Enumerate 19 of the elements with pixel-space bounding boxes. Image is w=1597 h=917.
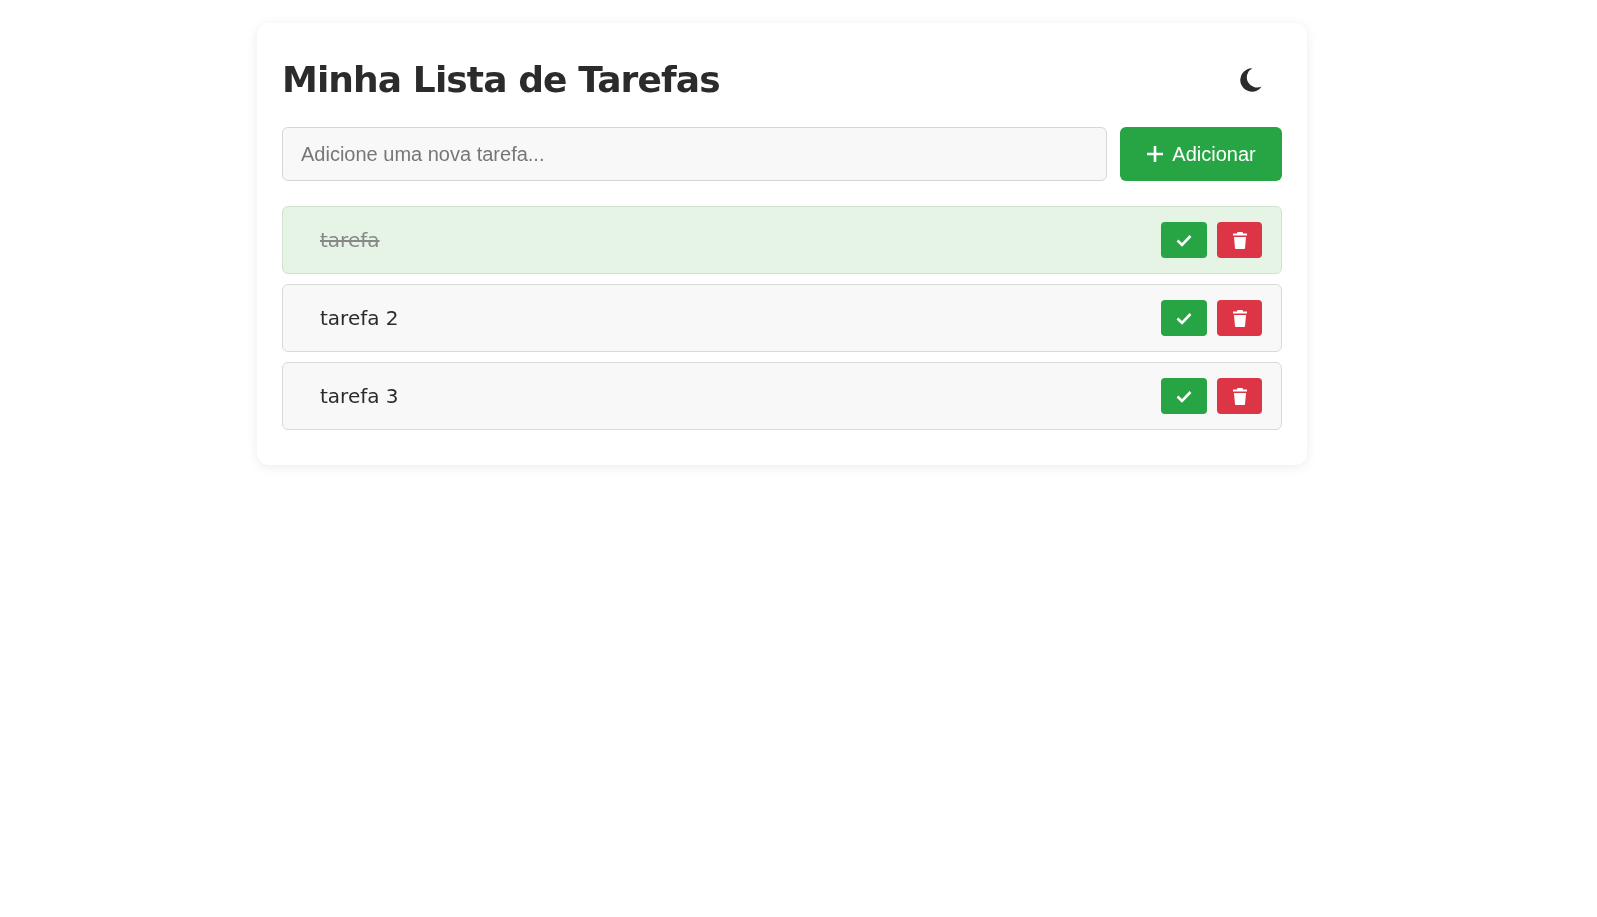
page-title: Minha Lista de Tarefas: [282, 58, 720, 102]
complete-button[interactable]: [1161, 222, 1207, 258]
trash-icon: [1232, 231, 1247, 249]
delete-button[interactable]: [1217, 222, 1262, 258]
plus-icon: [1146, 145, 1165, 163]
complete-button[interactable]: [1161, 378, 1207, 414]
complete-button[interactable]: [1161, 300, 1207, 336]
task-text: tarefa 2: [320, 305, 399, 332]
task-text: tarefa 3: [320, 383, 399, 410]
add-button[interactable]: Adicionar: [1120, 127, 1282, 181]
check-icon: [1176, 233, 1192, 247]
check-icon: [1176, 311, 1192, 325]
task-text: tarefa: [320, 227, 380, 254]
check-icon: [1176, 389, 1192, 403]
new-task-field[interactable]: Adicione uma nova tarefa...: [282, 127, 1107, 181]
delete-button[interactable]: [1217, 300, 1262, 336]
trash-icon: [1232, 309, 1247, 327]
trash-icon: [1232, 387, 1247, 405]
delete-button[interactable]: [1217, 378, 1262, 414]
